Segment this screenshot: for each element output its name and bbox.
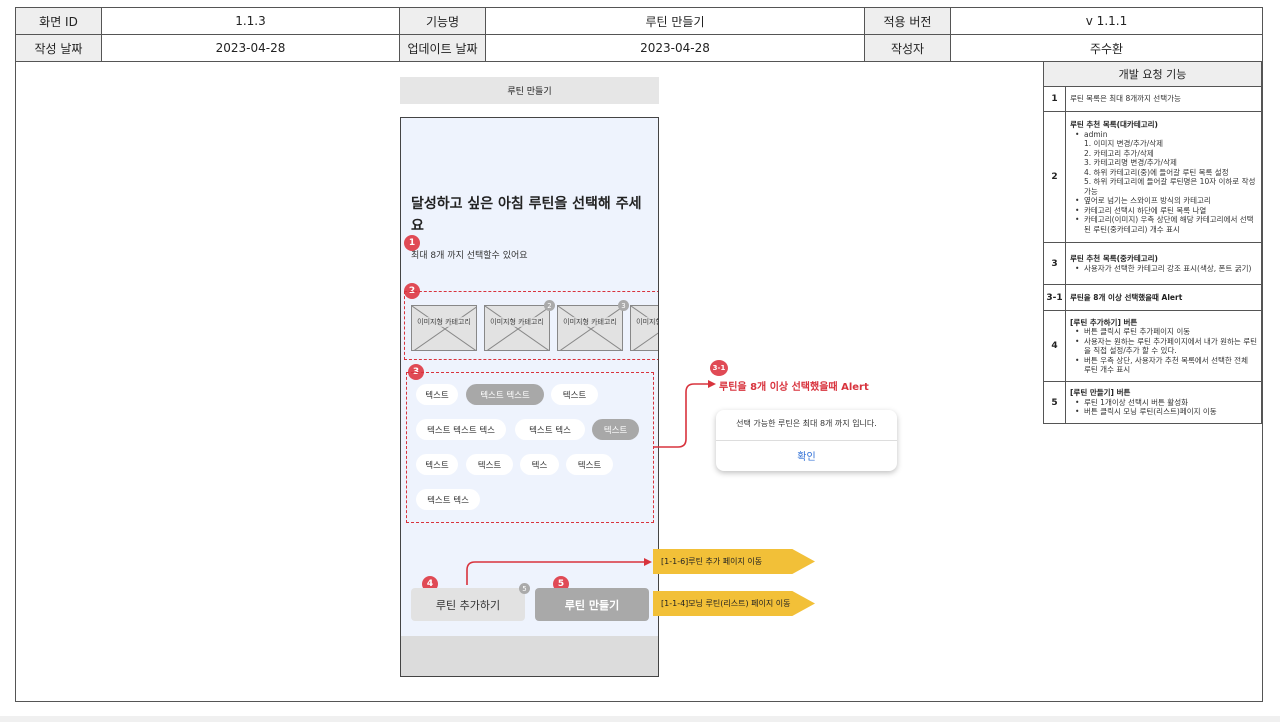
spec-no: 5: [1043, 381, 1066, 424]
alert-confirm-button[interactable]: 확인: [716, 448, 897, 463]
routine-chip-selected[interactable]: 텍스트: [592, 419, 639, 440]
category-count-badge: 3: [618, 300, 629, 311]
spec-line: 루틴 목록은 최대 8개까지 선택가능: [1070, 94, 1181, 104]
info-header: 화면 ID 1.1.3 기능명 루틴 만들기 적용 버전 v 1.1.1 작성 …: [15, 7, 1263, 62]
spec-heading: 루틴 추천 목록(중카테고리): [1070, 254, 1158, 263]
selected-count-badge: 5: [519, 583, 530, 594]
category-card[interactable]: 이미지형 카테고리: [484, 305, 550, 351]
spec-heading: 루틴 추천 목록(대카테고리): [1070, 120, 1158, 129]
author-value: 주수환: [950, 34, 1263, 62]
created-label: 작성 날짜: [15, 34, 102, 62]
spec-heading: 루틴을 8개 이상 선택했을때 Alert: [1070, 292, 1183, 302]
add-routine-button[interactable]: 루틴 추가하기: [411, 588, 525, 621]
spec-line: 카테고리(이미지) 우측 상단에 해당 카테고리에서 선택된 루틴(중카테고리)…: [1070, 215, 1257, 234]
image-placeholder-icon: [631, 306, 658, 350]
spec-content: 루틴을 8개 이상 선택했을때 Alert: [1065, 284, 1262, 311]
alert-annotation-title: 루틴을 8개 이상 선택했을때 Alert: [719, 382, 869, 393]
routine-chip[interactable]: 텍스트 텍스: [416, 489, 480, 510]
spec-line: 사용자는 원하는 루틴 추가페이지에서 내가 원하는 루틴을 직접 설정/추가 …: [1070, 337, 1257, 356]
category-card[interactable]: 이미지형 카테고리: [411, 305, 477, 351]
alert-dialog: 선택 가능한 루틴은 최대 8개 까지 입니다. 확인: [716, 410, 897, 471]
routine-chip[interactable]: 텍스: [520, 454, 559, 475]
spec-line: 버튼 우측 상단, 사용자가 추천 목록에서 선택한 전체 루틴 개수 표시: [1070, 356, 1257, 375]
updated-value: 2023-04-28: [485, 34, 865, 62]
marker-3-1: 3-1: [710, 360, 728, 376]
routine-chip[interactable]: 텍스트: [416, 384, 458, 405]
make-routine-button[interactable]: 루틴 만들기: [535, 588, 649, 621]
routine-chip-selected[interactable]: 텍스트 텍스트: [466, 384, 544, 405]
alert-message: 선택 가능한 루틴은 최대 8개 까지 입니다.: [736, 419, 877, 428]
phone-footer: [401, 636, 658, 676]
spec-no: 3: [1043, 242, 1066, 285]
image-placeholder-icon: [558, 306, 622, 350]
routine-chip[interactable]: 텍스트: [551, 384, 598, 405]
page-headline: 달성하고 싶은 아침 루틴을 선택해 주세요: [411, 196, 642, 234]
spec-content: 루틴 추천 목록(중카테고리) 사용자가 선택한 카테고리 강조 표시(색상, …: [1065, 242, 1262, 285]
category-label: 이미지형 카테고리: [485, 317, 549, 327]
spec-title: 개발 요청 기능: [1043, 61, 1262, 87]
version-label: 적용 버전: [864, 7, 951, 35]
spec-content: 루틴 추천 목록(대카테고리) admin 1. 이미지 변경/추가/삭제 2.…: [1065, 111, 1262, 243]
image-placeholder-icon: [412, 306, 476, 350]
dev-spec-table: 개발 요청 기능 1 루틴 목록은 최대 8개까지 선택가능 2 루틴 추천 목…: [1043, 61, 1262, 424]
spec-line: 2. 카테고리 추가/삭제: [1084, 148, 1154, 158]
spec-no: 4: [1043, 310, 1066, 382]
nav-tag-list-page: [1-1-4]모닝 루틴(리스트) 페이지 이동: [653, 591, 815, 616]
category-label: 이미지형 카테고리: [631, 317, 658, 327]
spec-line: 사용자가 선택한 카테고리 강조 표시(색상, 폰트 굵기): [1070, 264, 1257, 274]
category-label: 이미지형 카테고리: [412, 317, 476, 327]
phone-mockup: 달성하고 싶은 아침 루틴을 선택해 주세요 1 최대 8개 까지 선택할수 있…: [400, 117, 659, 677]
feature-label: 기능명: [399, 7, 486, 35]
spec-heading: [루틴 추가하기] 버튼: [1070, 317, 1138, 327]
routine-chip[interactable]: 텍스트: [466, 454, 513, 475]
spec-no: 1: [1043, 86, 1066, 112]
nav-tag-add-page: [1-1-6]루틴 추가 페이지 이동: [653, 549, 815, 574]
spec-content: 루틴 목록은 최대 8개까지 선택가능: [1065, 86, 1262, 112]
routine-chip[interactable]: 텍스트 텍스트 텍스: [416, 419, 506, 440]
spec-no: 2: [1043, 111, 1066, 243]
spec-line: admin: [1070, 130, 1257, 140]
screen-id-value: 1.1.3: [101, 7, 400, 35]
spec-line: 3. 카테고리명 변경/추가/삭제: [1084, 158, 1177, 167]
page-bottom-strip: [0, 716, 1280, 722]
spec-line: 5. 하위 카테고리에 들어갈 루틴명은 10자 이하로 작성 가능: [1084, 177, 1256, 196]
spec-line: 1. 이미지 변경/추가/삭제: [1084, 139, 1164, 148]
created-value: 2023-04-28: [101, 34, 400, 62]
version-value: v 1.1.1: [950, 7, 1263, 35]
category-card[interactable]: 이미지형 카테고리: [557, 305, 623, 351]
spec-heading: [루틴 만들기] 버튼: [1070, 388, 1131, 398]
category-count-badge: 2: [544, 300, 555, 311]
routine-chip[interactable]: 텍스트 텍스: [515, 419, 585, 440]
feature-value: 루틴 만들기: [485, 7, 865, 35]
routine-chip[interactable]: 텍스트: [416, 454, 458, 475]
author-label: 작성자: [864, 34, 951, 62]
spec-content: [루틴 추가하기] 버튼 버튼 클릭시 루틴 추가페이지 이동 사용자는 원하는…: [1065, 310, 1262, 382]
spec-content: [루틴 만들기] 버튼 루틴 1개이상 선택시 버튼 활성화 버튼 클릭시 모닝…: [1065, 381, 1262, 424]
spec-line: 옆어로 넘기는 스와이프 방식의 카테고리: [1070, 196, 1257, 206]
screen-id-label: 화면 ID: [15, 7, 102, 35]
screen-title-bar: 루틴 만들기: [400, 77, 659, 104]
spec-line: 루틴 1개이상 선택시 버튼 활성화: [1070, 398, 1257, 408]
spec-line: 4. 하위 카테고리(중)에 들어갈 루틴 목록 설정: [1084, 167, 1229, 177]
category-card[interactable]: 이미지형 카테고리: [630, 305, 658, 351]
category-label: 이미지형 카테고리: [558, 317, 622, 327]
image-placeholder-icon: [485, 306, 549, 350]
spec-line: 버튼 클릭시 모닝 루틴(리스트)페이지 이동: [1070, 407, 1257, 417]
page-subtitle: 최대 8개 까지 선택할수 있어요: [411, 251, 528, 261]
routine-chip[interactable]: 텍스트: [566, 454, 613, 475]
alert-divider: [716, 440, 897, 441]
spec-no: 3-1: [1043, 284, 1066, 311]
spec-line: 버튼 클릭시 루틴 추가페이지 이동: [1070, 327, 1257, 337]
updated-label: 업데이트 날짜: [399, 34, 486, 62]
spec-line: 카테고리 선택시 하단에 루틴 목록 나열: [1070, 206, 1257, 216]
